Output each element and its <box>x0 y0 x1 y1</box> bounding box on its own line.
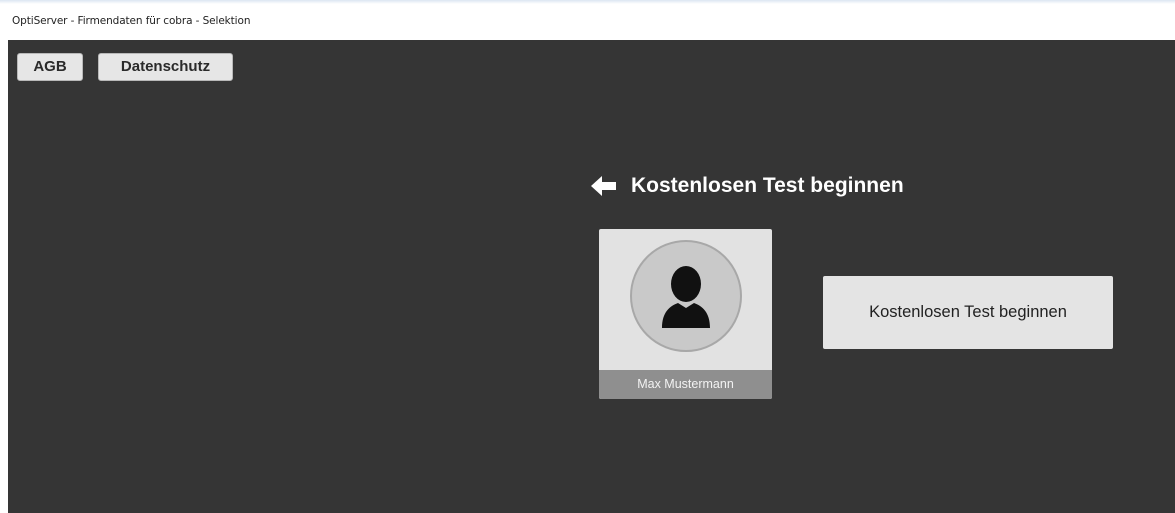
page-heading: Kostenlosen Test beginnen <box>591 171 904 201</box>
arrow-left-icon <box>591 176 617 196</box>
datenschutz-button[interactable]: Datenschutz <box>98 53 233 81</box>
start-test-button[interactable]: Kostenlosen Test beginnen <box>823 276 1113 349</box>
agb-button[interactable]: AGB <box>17 53 83 81</box>
user-card[interactable]: Max Mustermann <box>599 229 772 399</box>
heading-text: Kostenlosen Test beginnen <box>631 174 904 197</box>
title-bar-accent <box>0 0 1175 4</box>
user-silhouette-icon <box>662 266 710 328</box>
main-content: AGB Datenschutz Kostenlosen Test beginne… <box>8 40 1175 513</box>
user-name: Max Mustermann <box>599 370 772 399</box>
avatar <box>630 240 742 352</box>
window-title: OptiServer - Firmendaten für cobra - Sel… <box>12 15 251 27</box>
app-window: OptiServer - Firmendaten für cobra - Sel… <box>0 0 1175 513</box>
title-bar: OptiServer - Firmendaten für cobra - Sel… <box>0 0 1175 40</box>
